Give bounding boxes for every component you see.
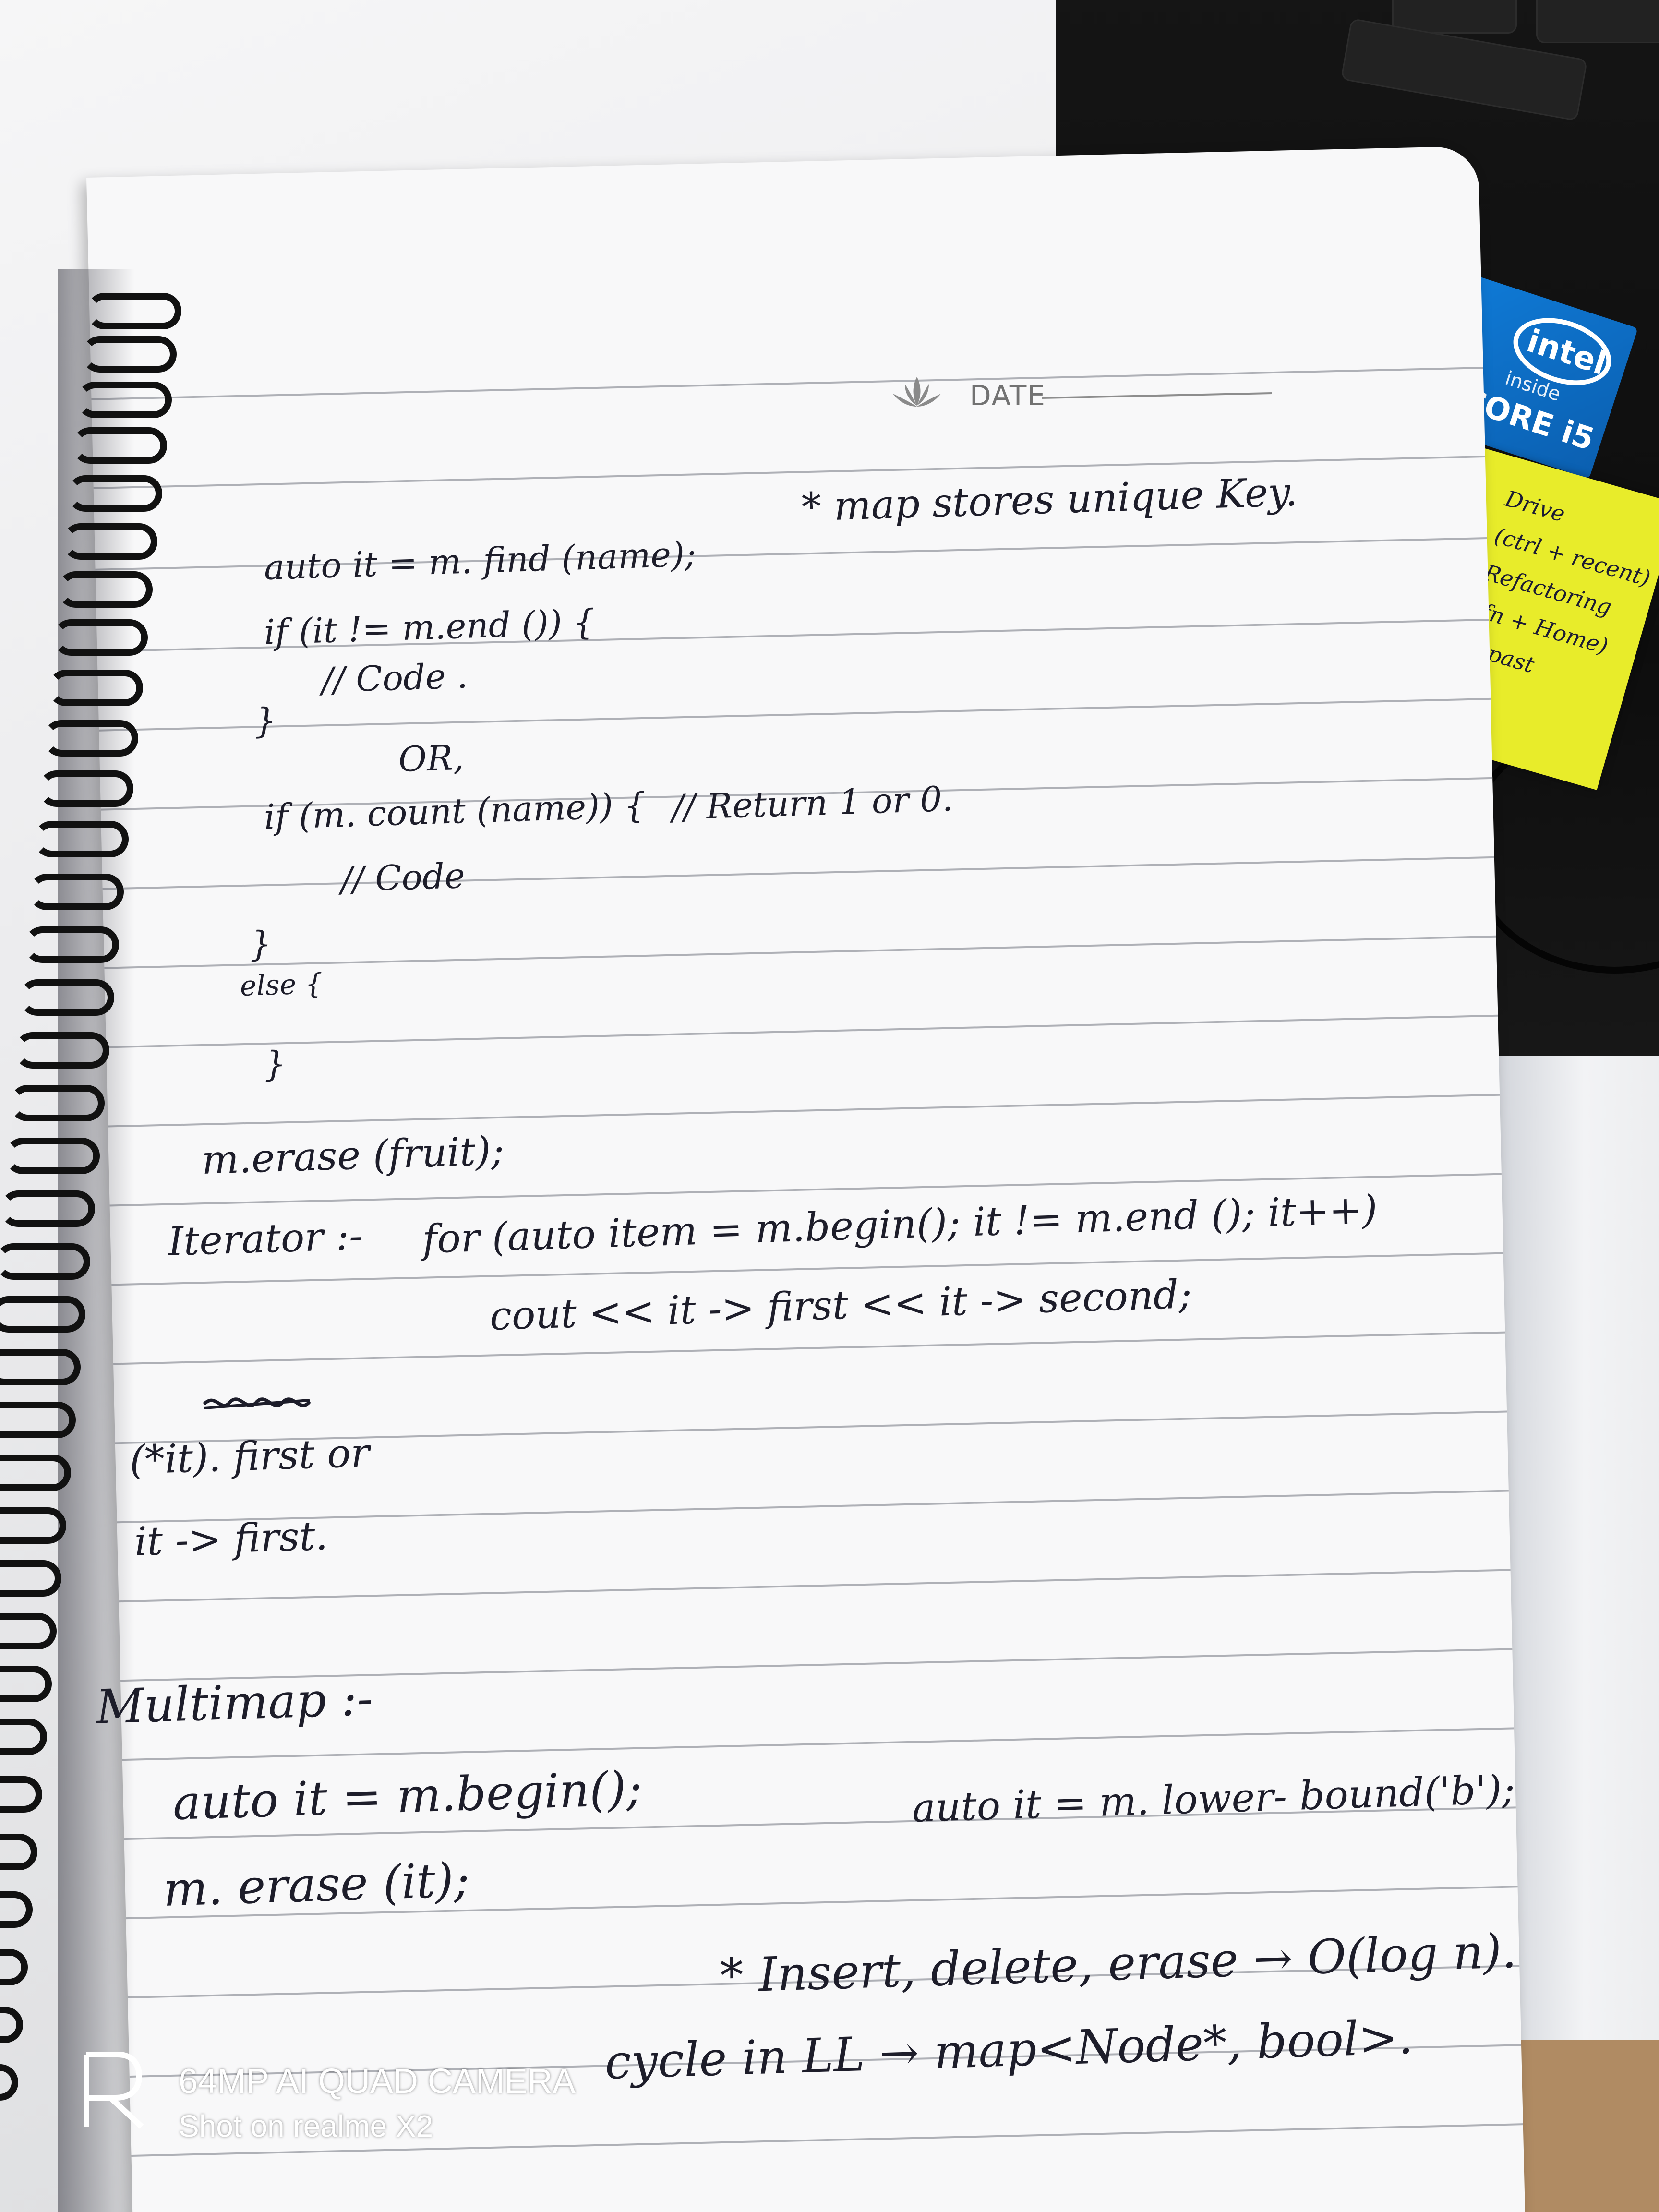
code-brace-1: }: [253, 700, 277, 741]
code-comment-2: // Code: [340, 855, 466, 900]
camera-watermark-title: 64MP AI QUAD CAMERA: [179, 2062, 576, 2101]
iterator-heading: Iterator :-: [167, 1213, 363, 1265]
camera-watermark-subtitle: Shot on realme X2: [179, 2109, 433, 2143]
sticky-line: Drive: [1502, 485, 1568, 527]
lotus-icon: [893, 377, 941, 407]
deref-first-line: (*it). first or: [129, 1430, 371, 1483]
code-brace-2: }: [249, 923, 273, 964]
code-brace-3: }: [263, 1043, 287, 1084]
photo-scene: intel inside CORE i5 Drive (ctrl + recen…: [0, 0, 1659, 2212]
code-comment-1: // Code .: [321, 655, 469, 700]
realme-logo-icon: [84, 2052, 144, 2129]
date-label: DATE: [970, 379, 1046, 412]
code-else: else {: [239, 967, 324, 1002]
arrow-first-line: it -> first.: [133, 1513, 329, 1565]
spiral-shadow: [58, 269, 134, 2212]
laptop-key: [1536, 0, 1659, 43]
erase-fruit-line: m.erase (fruit);: [201, 1128, 505, 1183]
or-label: OR,: [397, 737, 465, 780]
multimap-heading: Multimap :-: [95, 1671, 374, 1735]
erase-it-line: m. erase (it);: [162, 1852, 470, 1917]
scribbled-out-word: [203, 1397, 311, 1409]
